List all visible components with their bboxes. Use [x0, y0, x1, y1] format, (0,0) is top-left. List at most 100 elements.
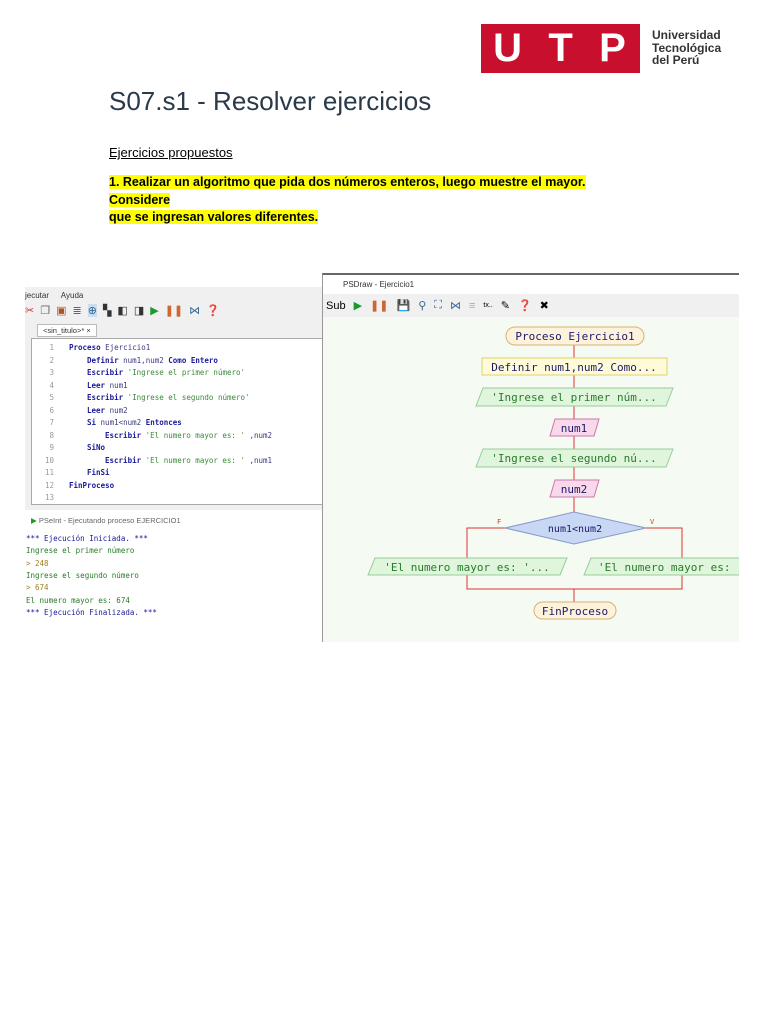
find-next-icon[interactable]: ◨	[134, 304, 144, 317]
execution-console: ▶ PSeInt - Ejecutando proceso EJERCICIO1…	[25, 512, 324, 625]
fit-icon[interactable]: ⛶	[434, 299, 442, 312]
console-line: *** Ejecución Finalizada. ***	[26, 607, 157, 617]
code-token: Leer	[87, 380, 106, 390]
sub-button[interactable]: Sub	[326, 300, 346, 312]
code-token: Escribir	[87, 368, 124, 377]
step-icon[interactable]: ❚❚	[370, 299, 388, 312]
help-icon[interactable]: ❓	[206, 304, 220, 317]
code-token: num1<num2	[100, 418, 142, 427]
line-number: 9	[49, 443, 54, 452]
line-number: 3	[49, 368, 54, 377]
code-token: FinProceso	[69, 480, 115, 490]
logo-letter: U	[493, 26, 525, 70]
code-token: 'El numero mayor es: '	[145, 455, 245, 465]
code-line: Proceso Ejercicio1	[69, 343, 155, 352]
start-label: Proceso Ejercicio1	[515, 330, 634, 343]
code-token: Escribir	[105, 455, 142, 465]
psdraw-toolbar: Sub ▶ ❚❚ 💾 ⚲ ⛶ ⋈ ≡ tx.. ✎ ❓ ✖	[323, 294, 739, 317]
text-icon[interactable]: tx..	[483, 302, 492, 309]
output-label-true: 'El numero mayor es:	[598, 561, 730, 574]
zoom-icon[interactable]: ⚲	[418, 299, 426, 312]
edit-icon[interactable]: ✎	[501, 299, 510, 312]
false-label: F	[497, 518, 501, 526]
find-prev-icon[interactable]: ◧	[117, 304, 127, 317]
line-number: 2	[49, 355, 54, 365]
code-token: num2	[109, 405, 128, 415]
code-token: ,num1	[249, 455, 273, 465]
run-icon[interactable]: ▶	[354, 299, 362, 312]
end-label: FinProceso	[542, 605, 608, 618]
psdraw-window: PSDraw - Ejercicio1 Sub ▶ ❚❚ 💾 ⚲ ⛶ ⋈ ≡ t…	[322, 273, 739, 642]
logo-letter: P	[599, 26, 628, 70]
code-token: num1	[109, 380, 128, 390]
exercise-line: que se ingresan valores diferentes.	[109, 210, 319, 224]
line-number: 11	[44, 468, 54, 477]
help-icon[interactable]: ❓	[518, 299, 532, 312]
code-token: 'Ingrese el primer número'	[127, 368, 246, 377]
page-title: S07.s1 - Resolver ejercicios	[109, 86, 432, 116]
line-number: 4	[49, 380, 54, 390]
document-page: U T P Universidad Tecnológica del Perú S…	[0, 0, 768, 1024]
code-line: Leer num1	[87, 381, 132, 390]
flowchart-icon[interactable]: ⋈	[450, 299, 461, 312]
code-token: Definir	[87, 355, 119, 365]
code-line: Escribir 'El numero mayor es: ' ,num1	[105, 456, 277, 465]
search-icon[interactable]: ⊕	[87, 304, 97, 317]
console-line: Ingrese el segundo número	[26, 570, 139, 580]
menu-ayuda[interactable]: Ayuda	[61, 291, 84, 300]
code-token: FinSi	[87, 468, 110, 477]
comment-icon[interactable]: ≡	[469, 300, 475, 312]
console-line: > 674	[26, 583, 49, 593]
code-token: Leer	[87, 405, 106, 415]
code-token: num1,num2	[123, 355, 164, 365]
console-line: Ingrese el primer número	[26, 546, 135, 556]
tab-label: <sin_titulo>*	[43, 326, 85, 335]
logo-letter: T	[548, 26, 575, 70]
pseint-editor-screenshot: jecutar Ayuda ✂ ❐ ▣ ≣ ⊕ ▚ ◧ ◨ ▶ ❚❚ ⋈ ❓ <…	[25, 287, 324, 510]
menu-bar: jecutar Ayuda	[25, 291, 93, 300]
menu-ejecutar[interactable]: jecutar	[25, 291, 49, 300]
code-token: Entonces	[145, 418, 182, 427]
code-line: Definir num1,num2 Como Entero	[87, 356, 222, 365]
logo-text: Universidad Tecnológica del Perú	[652, 29, 721, 67]
line-number: 13	[44, 493, 54, 502]
binoculars-icon[interactable]: ▚	[103, 304, 111, 317]
step-icon[interactable]: ❚❚	[165, 304, 183, 317]
code-token: 'Ingrese el segundo número'	[127, 393, 250, 402]
line-number: 7	[49, 418, 54, 427]
true-label: V	[650, 518, 655, 526]
code-line: FinProceso	[69, 481, 119, 490]
logo-line: del Perú	[652, 53, 700, 67]
close-icon[interactable]: ×	[86, 326, 90, 335]
flowchart: Proceso Ejercicio1 Definir num1,num2 Com…	[367, 326, 739, 620]
code-token: Escribir	[105, 430, 142, 440]
console-title-text: PSeInt - Ejecutando proceso EJERCICIO1	[38, 516, 181, 525]
line-number: 1	[49, 343, 54, 352]
decision-label: num1<num2	[548, 524, 602, 535]
line-number: 5	[49, 393, 54, 402]
code-editor[interactable]: 1 Proceso Ejercicio1 2 Definir num1,num2 C…	[31, 338, 323, 505]
copy-icon[interactable]: ❐	[40, 304, 50, 317]
code-line: Escribir 'Ingrese el primer número'	[87, 368, 250, 377]
paste-icon[interactable]: ▣	[56, 304, 66, 317]
close-icon[interactable]: ✖	[540, 299, 549, 312]
flowchart-icon[interactable]: ⋈	[189, 304, 200, 317]
utp-logo: U T P	[481, 24, 640, 73]
exercise-line: 1. Realizar un algoritmo que pida dos nú…	[109, 175, 586, 207]
psdraw-title: PSDraw - Ejercicio1	[323, 275, 739, 294]
run-icon: ▶	[31, 516, 37, 525]
line-number: 10	[44, 455, 54, 465]
code-token: Como Entero	[168, 355, 218, 365]
line-number: 6	[49, 405, 54, 415]
save-icon[interactable]: 💾	[396, 299, 410, 312]
code-line: Escribir 'El numero mayor es: ' ,num2	[105, 431, 277, 440]
logo-line: Universidad	[652, 28, 721, 42]
console-line: El numero mayor es: 674	[26, 595, 130, 605]
tab-sin-titulo[interactable]: <sin_titulo>* ×	[37, 324, 97, 337]
run-icon[interactable]: ▶	[150, 304, 158, 317]
code-line: SiNo	[87, 443, 110, 452]
cut-icon[interactable]: ✂	[25, 304, 34, 317]
section-heading: Ejercicios propuestos	[109, 145, 233, 160]
indent-icon[interactable]: ≣	[73, 304, 82, 317]
output-label-2: 'Ingrese el segundo nú...	[491, 452, 657, 465]
